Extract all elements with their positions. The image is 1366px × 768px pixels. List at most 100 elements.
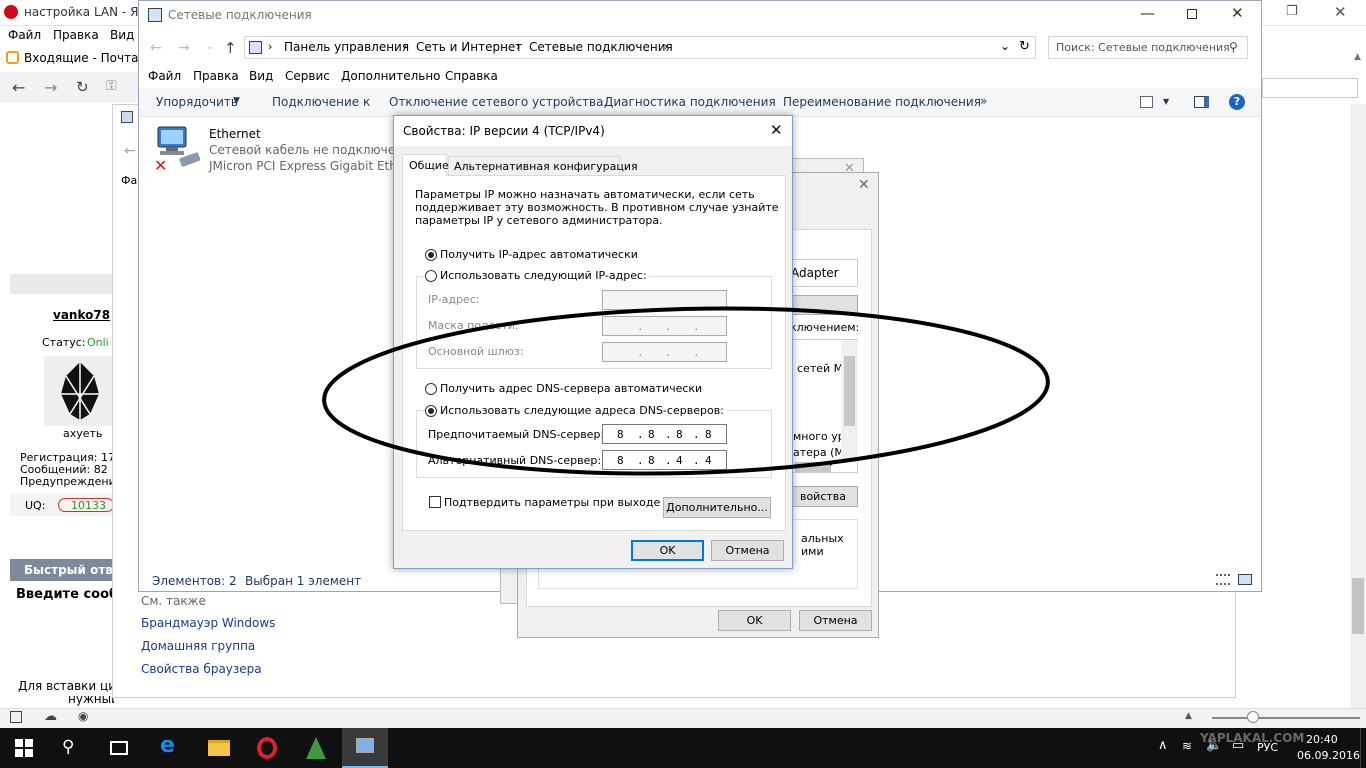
menu-file[interactable]: Файл bbox=[148, 69, 181, 83]
menu-view[interactable]: Вид bbox=[249, 69, 273, 83]
dns-alternate-input[interactable]: 8. 8. 4. 4 bbox=[602, 450, 727, 470]
help-icon[interactable]: ? bbox=[1229, 94, 1245, 110]
windows-start-icon[interactable] bbox=[15, 739, 33, 757]
components-scrollbar[interactable] bbox=[841, 340, 858, 460]
speed-dial-icon[interactable]: ◉ bbox=[78, 709, 88, 723]
address-refresh-icon[interactable]: ↻ bbox=[1019, 39, 1030, 54]
breadcrumb-network-internet[interactable]: Сеть и Интернет bbox=[416, 40, 522, 54]
ip-address-input[interactable] bbox=[602, 290, 727, 310]
address-dropdown-icon[interactable]: ⌄ bbox=[1000, 39, 1010, 53]
component-properties-button[interactable]: войства bbox=[788, 486, 858, 507]
see-also-homegroup[interactable]: Домашняя группа bbox=[141, 639, 255, 653]
forward-arrow-icon[interactable]: → bbox=[44, 78, 57, 97]
gateway-input[interactable]: ... bbox=[602, 342, 727, 362]
tab-alternate[interactable]: Альтернативная конфигурация bbox=[448, 156, 638, 176]
cloud-icon[interactable]: ☁ bbox=[44, 709, 57, 724]
tray-chevron-icon[interactable]: ∧ bbox=[1158, 738, 1168, 753]
dialog-close-icon[interactable]: ✕ bbox=[770, 121, 783, 139]
clock-date[interactable]: 06.09.2016 bbox=[1297, 749, 1360, 762]
dialog-cancel-button[interactable]: Отмена bbox=[711, 540, 784, 561]
view-options-dropdown-icon[interactable]: ▼ bbox=[1163, 97, 1169, 106]
opera-taskbar-icon[interactable] bbox=[257, 737, 277, 759]
input-icon[interactable]: ▭ bbox=[1232, 738, 1244, 753]
menu-view[interactable]: Вид bbox=[110, 28, 134, 42]
zoom-up-icon[interactable]: ▲ bbox=[1185, 711, 1192, 721]
edge-icon[interactable]: e bbox=[160, 733, 175, 758]
breadcrumb-network-connections[interactable]: Сетевые подключения bbox=[529, 40, 673, 54]
forum-username[interactable]: vanko78 bbox=[53, 308, 110, 322]
subnet-mask-input[interactable]: ... bbox=[602, 316, 727, 336]
menu-service[interactable]: Сервис bbox=[285, 69, 330, 83]
dns-manual-radio[interactable] bbox=[425, 405, 437, 417]
ethernet-adapter-item[interactable]: ✕ Ethernet Сетевой кабель не подключен J… bbox=[150, 122, 420, 175]
ip-auto-label[interactable]: Получить IP-адрес автоматически bbox=[440, 248, 638, 261]
browser-close-icon[interactable]: ✕ bbox=[1334, 3, 1347, 21]
address-bar[interactable]: › Панель управления › Сеть и Интернет › … bbox=[244, 36, 1036, 59]
dns-auto-label[interactable]: Получить адрес DNS-сервера автоматически bbox=[440, 382, 702, 395]
ip-manual-radio[interactable] bbox=[425, 270, 437, 282]
control-panel-menu-file[interactable]: Фа bbox=[121, 174, 137, 187]
configure-button[interactable] bbox=[788, 295, 858, 315]
browser-tab-title[interactable]: настройка LAN - ЯПЛ bbox=[24, 5, 139, 19]
view-options-icon[interactable] bbox=[1140, 96, 1153, 108]
cmd-disable[interactable]: Отключение сетевого устройства bbox=[389, 95, 603, 109]
dns-manual-label[interactable]: Использовать следующие адреса DNS-сервер… bbox=[438, 404, 726, 417]
preview-pane-icon[interactable] bbox=[1194, 96, 1209, 108]
cmd-diagnose[interactable]: Диагностика подключения bbox=[604, 95, 776, 109]
browser-scrollbar[interactable] bbox=[1350, 104, 1366, 708]
browser-min-icon[interactable]: ❐ bbox=[1286, 4, 1298, 19]
show-desktop[interactable] bbox=[1360, 728, 1366, 768]
language-indicator[interactable]: РУС bbox=[1257, 741, 1278, 754]
nav-recent-icon[interactable]: ⌄ bbox=[206, 42, 214, 52]
see-also-browser-props[interactable]: Свойства браузера bbox=[141, 662, 262, 676]
wifi-icon[interactable]: ≋ bbox=[1182, 739, 1192, 753]
clock-time[interactable]: 20:40 bbox=[1306, 733, 1338, 746]
ip-manual-label[interactable]: Использовать следующий IP-адрес: bbox=[438, 269, 649, 282]
zoom-slider-track[interactable] bbox=[1212, 717, 1360, 719]
explorer-close-icon[interactable]: ✕ bbox=[1231, 4, 1244, 22]
plants-game-icon[interactable] bbox=[306, 737, 326, 759]
menu-edit[interactable]: Правка bbox=[193, 69, 239, 83]
menu-additional[interactable]: Дополнительно bbox=[341, 69, 441, 83]
ethernet-props-close-icon[interactable]: ✕ bbox=[858, 177, 870, 193]
mail-tab[interactable]: Входящие - Почта M bbox=[4, 49, 153, 69]
see-also-firewall[interactable]: Брандмауэр Windows bbox=[141, 616, 275, 630]
validate-label[interactable]: Подтвердить параметры при выходе bbox=[444, 496, 660, 509]
nav-forward-icon[interactable]: → bbox=[178, 40, 190, 56]
sidebar-toggle-icon[interactable] bbox=[10, 711, 22, 723]
dns-preferred-input[interactable]: 8. 8. 8. 8 bbox=[602, 424, 727, 444]
details-view-icon[interactable] bbox=[1216, 574, 1230, 585]
taskbar-active-app[interactable] bbox=[342, 728, 388, 768]
menu-file[interactable]: Файл bbox=[8, 28, 41, 42]
cmd-organize[interactable]: Упорядочить bbox=[156, 95, 238, 109]
dialog-ok-button[interactable]: OK bbox=[631, 540, 704, 561]
task-view-icon[interactable] bbox=[110, 741, 128, 755]
explorer-minimize-icon[interactable]: — bbox=[1140, 4, 1155, 22]
ip-auto-radio[interactable] bbox=[425, 249, 437, 261]
explorer-maximize-icon[interactable] bbox=[1187, 9, 1197, 19]
breadcrumb-control-panel[interactable]: Панель управления bbox=[284, 40, 409, 54]
ethernet-props-ok-button[interactable]: OK bbox=[718, 610, 791, 631]
cmd-connect[interactable]: Подключение к bbox=[272, 95, 370, 109]
component-1[interactable]: сетей Mi bbox=[797, 362, 846, 375]
nav-back-icon[interactable]: ← bbox=[150, 40, 162, 56]
scroll-right-icon[interactable]: › bbox=[829, 459, 833, 470]
ethernet-props-cancel-button[interactable]: Отмена bbox=[799, 610, 872, 631]
cmd-more-icon[interactable]: » bbox=[980, 94, 987, 108]
back-arrow-icon[interactable]: ← bbox=[12, 78, 25, 97]
menu-help[interactable]: Справка bbox=[445, 69, 498, 83]
search-taskbar-icon[interactable]: ⚲ bbox=[62, 737, 74, 757]
components-hscroll-thumb[interactable] bbox=[795, 462, 831, 472]
components-scroll-thumb[interactable] bbox=[844, 356, 855, 426]
tiles-view-icon[interactable] bbox=[1238, 574, 1252, 585]
cmd-rename[interactable]: Переименование подключения bbox=[783, 95, 981, 109]
validate-checkbox[interactable] bbox=[429, 496, 441, 508]
dns-auto-radio[interactable] bbox=[425, 383, 437, 395]
advanced-button[interactable]: Дополнительно... bbox=[663, 497, 771, 518]
menu-edit[interactable]: Правка bbox=[53, 28, 99, 42]
volume-icon[interactable]: 🔈 bbox=[1206, 738, 1222, 753]
tab-general[interactable]: Общие bbox=[402, 154, 449, 176]
zoom-slider-thumb[interactable] bbox=[1247, 711, 1259, 723]
scroll-thumb[interactable] bbox=[1352, 578, 1364, 634]
cmd-organize-dropdown-icon[interactable]: ▼ bbox=[233, 96, 240, 106]
